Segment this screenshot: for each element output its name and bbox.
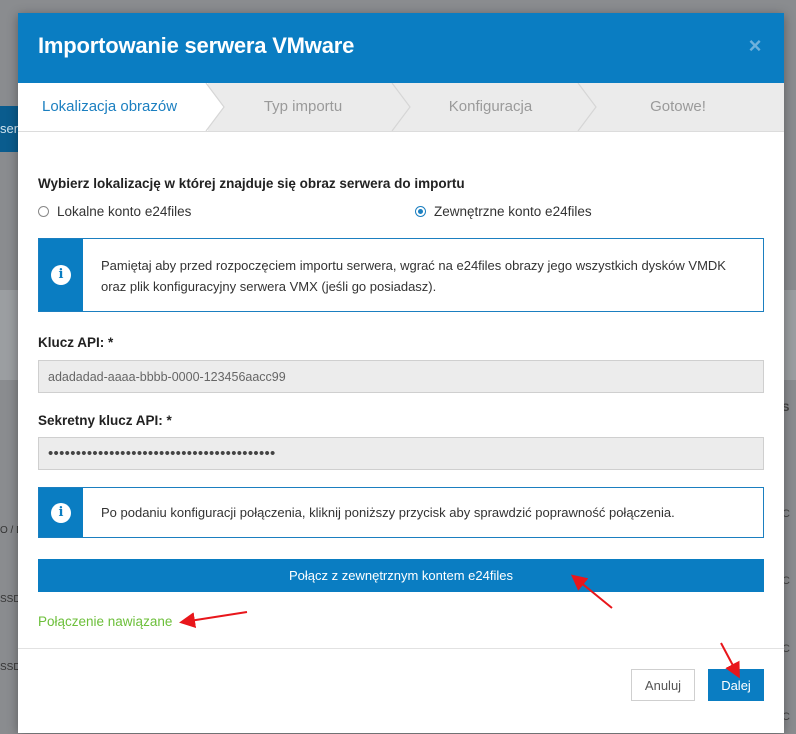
wizard-steps: Lokalizacja obrazów Typ importu Konfigur…	[18, 83, 784, 132]
background-fragment: C	[782, 643, 790, 655]
background-row-label: O / D	[0, 525, 18, 536]
background-fragment-text: ser	[0, 121, 18, 136]
cancel-button[interactable]: Anuluj	[631, 669, 695, 701]
import-modal: Importowanie serwera VMware × Lokalizacj…	[18, 13, 784, 733]
background-fragment: C	[782, 575, 790, 587]
radio-label: Zewnętrzne konto e24files	[434, 204, 592, 219]
step-separator-icon	[205, 83, 597, 131]
next-button[interactable]: Dalej	[708, 669, 764, 701]
secret-key-input[interactable]	[38, 437, 764, 470]
secret-key-label: Sekretny klucz API: *	[38, 413, 172, 428]
background-row	[784, 290, 796, 380]
background-fragment: C	[782, 711, 790, 723]
modal-title: Importowanie serwera VMware	[38, 33, 355, 58]
info-box-import-hint: i Pamiętaj aby przed rozpoczęciem import…	[38, 238, 764, 312]
background-fragment: C	[782, 508, 790, 520]
background-button-fragment: ser	[0, 106, 18, 152]
modal-header: Importowanie serwera VMware ×	[18, 13, 784, 83]
background-row-label: SSD	[0, 662, 18, 673]
info-box-connection-hint: i Po podaniu konfiguracji połączenia, kl…	[38, 487, 764, 538]
location-radio-group: Lokalne konto e24files Zewnętrzne konto …	[38, 204, 764, 224]
info-icon: i	[51, 265, 71, 285]
background-row	[0, 290, 18, 380]
connect-external-button[interactable]: Połącz z zewnętrznym kontem e24files	[38, 559, 764, 592]
modal-footer: Anuluj Dalej	[18, 648, 784, 733]
radio-label: Lokalne konto e24files	[57, 204, 192, 219]
api-key-label: Klucz API: *	[38, 335, 114, 350]
radio-button-checked[interactable]	[415, 206, 426, 217]
radio-local-account[interactable]: Lokalne konto e24files	[38, 204, 191, 219]
connection-status: Połączenie nawiązane	[38, 614, 173, 629]
info-text: Po podaniu konfiguracji połączenia, klik…	[101, 505, 675, 520]
background-fragment: S	[782, 402, 790, 414]
api-key-input[interactable]	[38, 360, 764, 393]
background-row-label: SSD /	[0, 594, 18, 605]
close-icon[interactable]: ×	[746, 35, 764, 57]
radio-button[interactable]	[38, 206, 49, 217]
radio-external-account[interactable]: Zewnętrzne konto e24files	[415, 204, 592, 219]
location-heading: Wybierz lokalizację w której znajduje si…	[38, 176, 465, 191]
info-text: Pamiętaj aby przed rozpoczęciem importu …	[101, 258, 726, 294]
info-icon: i	[51, 503, 71, 523]
